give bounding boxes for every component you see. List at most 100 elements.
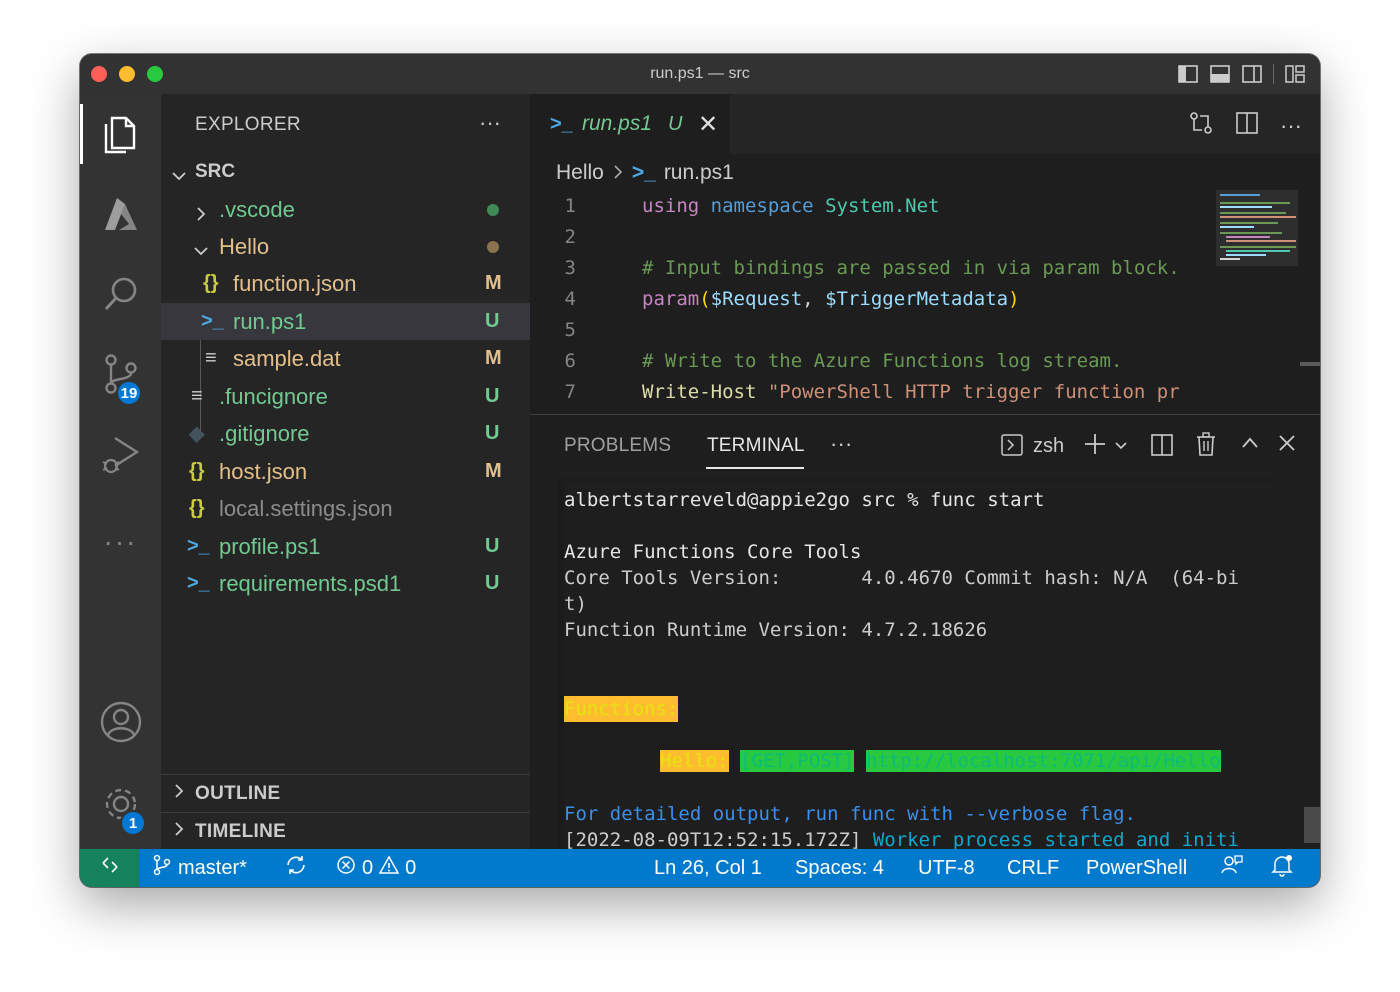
editor-scrollbar[interactable] xyxy=(1300,362,1320,366)
tree-item[interactable]: {} function.json M xyxy=(161,265,530,302)
close-panel-icon[interactable] xyxy=(1278,434,1296,457)
feedback-icon xyxy=(1220,853,1244,883)
toggle-panel-icon[interactable] xyxy=(1209,64,1231,84)
indentation[interactable]: Spaces: 4 xyxy=(795,849,884,887)
timeline-section[interactable]: TIMELINE xyxy=(161,812,530,850)
chevron-down-icon xyxy=(193,239,209,255)
breadcrumb-file[interactable]: run.ps1 xyxy=(664,161,734,185)
git-status-letter: U xyxy=(485,535,500,557)
vscode-window: run.ps1 — src 19 ··· 1 EXPLORER ··· SRC … xyxy=(80,54,1320,887)
new-terminal-icon[interactable] xyxy=(1082,431,1108,462)
tree-item-label: host.json xyxy=(219,458,308,484)
chevron-down-icon[interactable] xyxy=(1114,439,1128,457)
tree-item[interactable]: Hello xyxy=(161,228,530,265)
encoding[interactable]: UTF-8 xyxy=(918,849,975,887)
tree-root-label: SRC xyxy=(195,160,236,182)
minimap[interactable] xyxy=(1216,190,1298,416)
line-number: 5 xyxy=(564,318,576,341)
problems-item[interactable]: 0 0 xyxy=(336,849,416,887)
end-of-line[interactable]: CRLF xyxy=(1007,849,1059,887)
minimap-line xyxy=(1226,240,1296,242)
minimap-line xyxy=(1220,246,1296,248)
remote-indicator[interactable] xyxy=(80,849,140,887)
chevron-right-icon xyxy=(171,783,187,805)
close-icon[interactable]: ✕ xyxy=(698,110,718,139)
panel-more-icon[interactable]: ··· xyxy=(830,431,853,457)
language-mode[interactable]: PowerShell xyxy=(1086,849,1187,887)
git-status-letter: M xyxy=(485,272,502,294)
feedback-item[interactable] xyxy=(1220,849,1244,887)
outline-label: OUTLINE xyxy=(195,782,281,804)
tree-item-label: requirements.psd1 xyxy=(219,570,402,596)
toggle-primary-sidebar-icon[interactable] xyxy=(1177,64,1199,84)
minimap-line xyxy=(1220,216,1296,218)
line-number: 6 xyxy=(564,349,576,372)
tree-item[interactable]: {} local.settings.json xyxy=(161,490,530,527)
tab-terminal[interactable]: TERMINAL xyxy=(707,435,805,457)
bell-icon xyxy=(1270,853,1294,883)
line-content: param($Request, $TriggerMetadata) xyxy=(642,287,1020,310)
activity-azure[interactable] xyxy=(80,186,161,246)
tree-item[interactable]: .vscode xyxy=(161,191,530,228)
chevron-right-icon xyxy=(193,202,209,221)
activity-manage[interactable]: 1 xyxy=(80,776,161,836)
terminal-scrollbar[interactable] xyxy=(1304,807,1320,843)
git-status-letter: U xyxy=(485,385,500,407)
notifications-item[interactable] xyxy=(1270,849,1294,887)
terminal-line: For detailed output, run func with --ver… xyxy=(564,803,1136,825)
activity-source-control[interactable]: 19 xyxy=(80,346,161,406)
layout-controls xyxy=(1177,64,1306,84)
terminal-output[interactable]: albertstarreveld@appie2go src % func sta… xyxy=(564,481,1276,851)
tree-item[interactable]: >_ requirements.psd1 U xyxy=(161,565,530,602)
minimap-line xyxy=(1226,250,1290,252)
breadcrumb-folder[interactable]: Hello xyxy=(556,161,604,185)
status-bar: master* 0 0 Ln 26, Col 1 Spaces: 4 UTF-8… xyxy=(80,849,1320,887)
split-editor-icon[interactable] xyxy=(1234,110,1260,141)
settings-badge: 1 xyxy=(120,810,146,836)
warning-count: 0 xyxy=(405,856,417,879)
breadcrumb: Hello >_ run.ps1 xyxy=(556,160,734,186)
activity-run-debug[interactable] xyxy=(80,426,161,486)
tree-item[interactable]: >_ profile.ps1 U xyxy=(161,528,530,565)
git-status-letter: M xyxy=(485,347,502,369)
tree-item-label: function.json xyxy=(233,270,357,296)
powershell-file-icon: >_ xyxy=(631,161,656,184)
code-line: 4 param($Request, $TriggerMetadata) xyxy=(530,283,1210,314)
maximize-panel-icon[interactable] xyxy=(1240,435,1260,456)
git-status-letter: M xyxy=(485,460,502,482)
activity-more[interactable]: ··· xyxy=(80,512,161,572)
tree-item[interactable]: ≡ sample.dat M xyxy=(161,340,530,377)
code-line: 6 # Write to the Azure Functions log str… xyxy=(530,345,1210,376)
tree-item-label: .gitignore xyxy=(219,420,310,446)
tab-run-ps1[interactable]: >_ run.ps1 U ✕ xyxy=(530,94,730,154)
tab-problems[interactable]: PROBLEMS xyxy=(564,435,671,457)
sync-icon xyxy=(284,854,308,882)
open-changes-icon[interactable] xyxy=(1188,110,1214,141)
customize-layout-icon[interactable] xyxy=(1284,64,1306,84)
bottom-panel: PROBLEMS TERMINAL ··· zsh albertstarreve… xyxy=(530,414,1320,851)
tree-item[interactable]: ◆ .gitignore U xyxy=(161,415,530,452)
cursor-position[interactable]: Ln 26, Col 1 xyxy=(654,849,762,887)
activity-accounts[interactable] xyxy=(80,694,161,754)
split-terminal-icon[interactable] xyxy=(1150,433,1174,462)
code-editor[interactable]: 1 using namespace System.Net 2 3 # Input… xyxy=(530,190,1210,416)
error-icon xyxy=(336,855,356,881)
git-branch-item[interactable]: master* xyxy=(152,849,247,887)
trash-icon[interactable] xyxy=(1194,431,1218,462)
chevron-right-icon xyxy=(612,161,624,185)
line-number: 7 xyxy=(564,380,576,403)
explorer-more-actions[interactable]: ··· xyxy=(479,110,501,136)
tree-item[interactable]: {} host.json M xyxy=(161,453,530,490)
powershell-file-icon: >_ xyxy=(201,310,224,332)
sync-item[interactable] xyxy=(284,849,308,887)
tree-item-selected[interactable]: >_ run.ps1 U xyxy=(161,303,530,340)
toggle-secondary-sidebar-icon[interactable] xyxy=(1241,64,1263,84)
activity-search[interactable] xyxy=(80,266,161,326)
activity-explorer[interactable] xyxy=(80,104,161,164)
more-actions-icon[interactable]: ··· xyxy=(1280,113,1302,139)
git-branch-icon xyxy=(152,854,172,882)
terminal-shell-name[interactable]: zsh xyxy=(1033,435,1064,458)
tree-item[interactable]: ≡ .funcignore U xyxy=(161,378,530,415)
outline-section[interactable]: OUTLINE xyxy=(161,774,530,812)
tree-root-src[interactable]: SRC xyxy=(161,153,530,190)
